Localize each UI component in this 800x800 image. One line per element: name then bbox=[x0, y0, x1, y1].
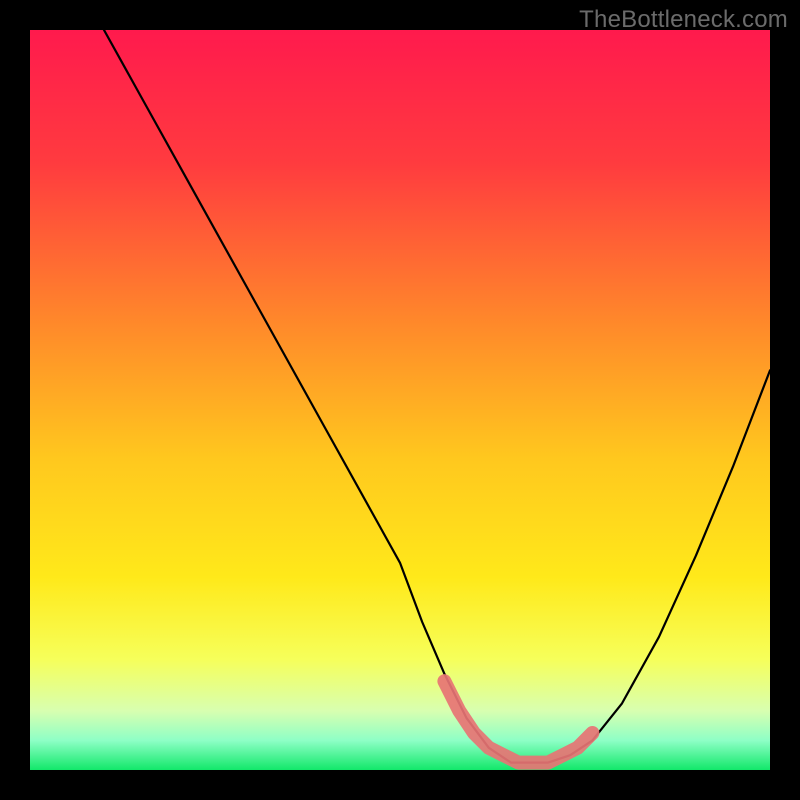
chart-frame: TheBottleneck.com bbox=[0, 0, 800, 800]
curve-layer bbox=[30, 30, 770, 770]
bottleneck-curve bbox=[104, 30, 770, 763]
plot-area bbox=[30, 30, 770, 770]
optimal-range-marker bbox=[444, 681, 592, 762]
watermark-text: TheBottleneck.com bbox=[579, 6, 788, 34]
